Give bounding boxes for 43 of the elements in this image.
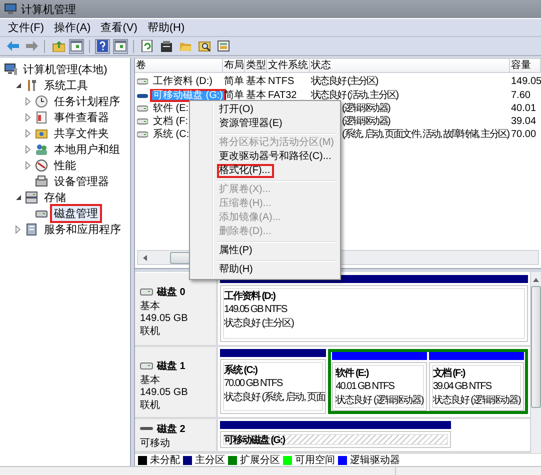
partition-name: 可移动磁盘 (G:) bbox=[224, 434, 286, 447]
legend-label: 主分区 bbox=[195, 454, 225, 466]
partition-name: 工作资料 (D:) bbox=[224, 290, 276, 303]
partition-size: 70.00 GB NTFS bbox=[224, 378, 284, 389]
table-cell: 基本 bbox=[245, 75, 267, 88]
partition-size: 39.04 GB NTFS bbox=[432, 381, 492, 392]
partition-name: 文档 (F:) bbox=[432, 366, 466, 380]
table-cell-text: (逻辑驱动器) bbox=[341, 102, 392, 115]
disk-name: 磁盘 0 bbox=[157, 286, 186, 299]
disk-detail: 149.05 GB bbox=[140, 313, 189, 324]
partition-size: 40.01 GB NTFS bbox=[336, 381, 396, 392]
partition-status: 状态良好 (逻辑驱动器) bbox=[336, 394, 423, 407]
partition-size: 149.05 GB NTFS bbox=[224, 304, 288, 315]
table-cell-text: (系统, 启动, 页面文件, 活动, 故障转储, 主分区) bbox=[341, 128, 510, 141]
table-cell: 简单 bbox=[223, 75, 245, 88]
table-cell-text: 40.01 bbox=[510, 102, 538, 115]
disk-detail: 联机 bbox=[140, 398, 161, 412]
table-cell: 基本 bbox=[245, 89, 267, 102]
disk-name: 磁盘 2 bbox=[157, 422, 186, 436]
legend-label: 扩展分区 bbox=[240, 454, 280, 466]
disk-detail: 联机 bbox=[140, 324, 161, 338]
legend-label: 逻辑驱动器 bbox=[350, 454, 400, 466]
legend-label: 未分配 bbox=[150, 454, 180, 466]
partition-name: 软件 (E:) bbox=[336, 366, 370, 380]
legend-label: 可用空间 bbox=[295, 454, 335, 466]
disk-detail: 149.05 GB bbox=[140, 387, 189, 398]
partition-status: 状态良好 (主分区) bbox=[224, 316, 295, 330]
table-cell: 149.05 bbox=[510, 75, 541, 88]
partition-status: 状态良好 (逻辑驱动器) bbox=[432, 394, 520, 407]
table-cell-text: FAT32 bbox=[267, 89, 298, 102]
disk-name: 磁盘 1 bbox=[157, 360, 186, 373]
table-cell-text: 7.60 bbox=[510, 89, 532, 102]
table-cell-text: 状态良好 (活动, 主分区) bbox=[310, 89, 400, 102]
partition-name: 系统 (C:) bbox=[224, 364, 258, 377]
table-cell-text: 状态良好 (主分区) bbox=[310, 75, 379, 88]
table-cell-text: 39.04 bbox=[510, 115, 538, 128]
table-cell-text: 70.00 bbox=[510, 128, 538, 141]
disk-detail: 可移动 bbox=[140, 437, 171, 450]
window-title: 计算机管理 bbox=[21, 2, 76, 16]
disk-detail: 基本 bbox=[140, 300, 161, 313]
table-cell-text: (逻辑驱动器) bbox=[341, 115, 392, 128]
table-cell-text: NTFS bbox=[267, 75, 296, 88]
disk-detail: 基本 bbox=[140, 374, 161, 387]
